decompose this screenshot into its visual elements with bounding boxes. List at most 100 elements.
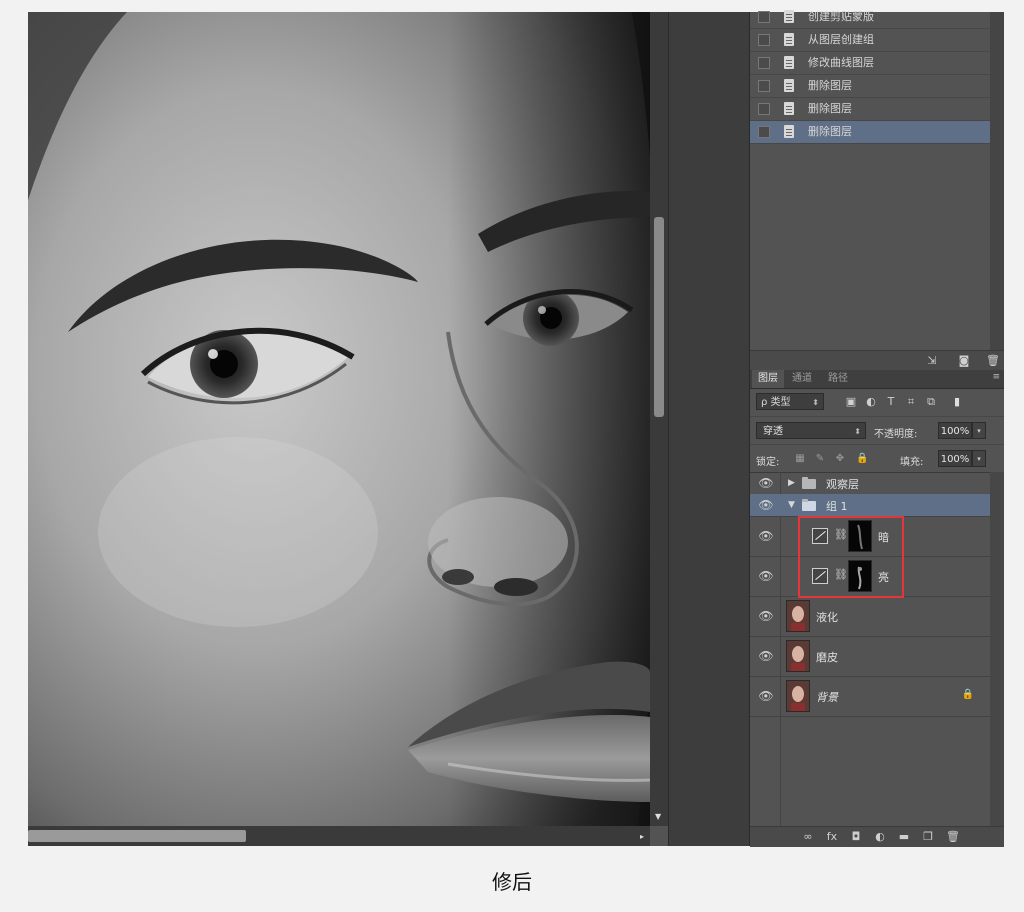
layers-scrollbar[interactable]	[990, 472, 1004, 826]
camera-snapshot-icon[interactable]: ◙	[958, 355, 970, 367]
document-icon	[784, 79, 794, 92]
history-item[interactable]: 创建剪贴蒙版	[750, 6, 990, 29]
dropdown-arrows-icon: ⬍	[812, 398, 819, 407]
pixel-filter-icon[interactable]: ▣	[844, 396, 858, 408]
history-checkbox[interactable]	[758, 57, 770, 69]
eye-visibility-icon[interactable]: 👁	[758, 499, 774, 511]
history-checkbox[interactable]	[758, 34, 770, 46]
layer-row-background[interactable]: 👁 背景 🔒	[750, 676, 990, 717]
filter-kind-label: ρ 类型	[761, 397, 791, 408]
layer-name[interactable]: 背景	[816, 689, 838, 705]
eye-visibility-icon[interactable]: 👁	[758, 530, 774, 542]
scroll-down-arrow-icon[interactable]: ▼	[655, 812, 661, 821]
blend-mode-select[interactable]: 穿透 ⬍	[756, 422, 866, 439]
shape-filter-icon[interactable]: ⌗	[904, 396, 918, 408]
history-checkbox[interactable]	[758, 80, 770, 92]
filter-toggle-icon[interactable]: ▮	[950, 396, 964, 408]
expand-arrow-icon[interactable]: ▶	[788, 478, 795, 488]
smart-object-filter-icon[interactable]: ⧉	[924, 396, 938, 408]
eye-visibility-icon[interactable]: 👁	[758, 650, 774, 662]
lock-transparent-pixels-icon[interactable]: ▦	[794, 453, 806, 465]
scroll-right-arrow-icon[interactable]: ▸	[640, 832, 644, 841]
lock-fill-row: 锁定: ▦ ✎ ✥ 🔒 填充: 100% ▾	[750, 444, 1004, 473]
document-icon	[784, 10, 794, 23]
collapse-arrow-icon[interactable]: ▼	[788, 500, 795, 510]
layer-thumbnail[interactable]	[786, 640, 810, 672]
layer-row-group[interactable]: 👁 ▶ 观察层	[750, 472, 990, 495]
history-checkbox[interactable]	[758, 103, 770, 115]
link-layers-icon[interactable]: ∞	[802, 831, 814, 843]
layer-thumbnail[interactable]	[786, 600, 810, 632]
history-item-label: 从图层创建组	[808, 33, 874, 46]
new-adjustment-layer-icon[interactable]: ◐	[874, 831, 886, 843]
opacity-label: 不透明度:	[874, 429, 918, 440]
lock-position-icon[interactable]: ✥	[834, 453, 846, 465]
horizontal-scroll-thumb[interactable]	[28, 830, 246, 842]
layer-name[interactable]: 液化	[816, 609, 838, 625]
history-checkbox[interactable]	[758, 126, 770, 138]
layers-panel-tabs: 图层 通道 路径 ≡	[750, 370, 1004, 389]
lock-image-pixels-icon[interactable]: ✎	[814, 453, 826, 465]
document-icon	[784, 102, 794, 115]
layer-lock-icon: 🔒	[961, 689, 974, 700]
type-filter-icon[interactable]: T	[884, 396, 898, 408]
layer-thumbnail[interactable]	[786, 680, 810, 712]
history-item-selected[interactable]: 删除图层	[750, 121, 990, 144]
lock-all-icon[interactable]: 🔒	[856, 453, 868, 465]
layer-row-pixel[interactable]: 👁 液化	[750, 596, 990, 637]
history-checkbox[interactable]	[758, 11, 770, 23]
folder-icon	[802, 499, 816, 511]
blend-mode-value: 穿透	[763, 426, 783, 437]
highlight-box	[798, 516, 904, 598]
history-item[interactable]: 删除图层	[750, 98, 990, 121]
opacity-input[interactable]: 100%	[938, 422, 972, 439]
layer-name[interactable]: 观察层	[826, 476, 859, 492]
history-panel: 创建剪贴蒙版 从图层创建组 修改曲线图层 删除图层 删除图层 删除图层	[750, 10, 990, 350]
layers-footer-toolbar: ∞ fx ◘ ◐ ▬ ❐ 🗑	[750, 826, 1004, 847]
adjustment-filter-icon[interactable]: ◐	[864, 396, 878, 408]
fill-input[interactable]: 100%	[938, 450, 972, 467]
tab-paths[interactable]: 路径	[822, 370, 854, 388]
history-item-label: 删除图层	[808, 79, 852, 92]
eye-visibility-icon[interactable]: 👁	[758, 477, 774, 489]
add-mask-icon[interactable]: ◘	[850, 831, 862, 843]
photoshop-window: ▼ ▸ 创建剪贴蒙版 从图层创建组 修改曲线图层 删除图层 删除图层 删除图层 …	[28, 10, 1004, 847]
vertical-scroll-thumb[interactable]	[654, 217, 664, 417]
history-item[interactable]: 删除图层	[750, 75, 990, 98]
portrait-image	[28, 12, 650, 826]
history-item[interactable]: 从图层创建组	[750, 29, 990, 52]
tab-layers[interactable]: 图层	[752, 370, 784, 388]
new-group-icon[interactable]: ▬	[898, 831, 910, 843]
document-icon	[784, 33, 794, 46]
canvas-vertical-scrollbar[interactable]: ▼	[650, 12, 668, 826]
layer-kind-filter[interactable]: ρ 类型 ⬍	[756, 393, 824, 410]
layer-row-pixel[interactable]: 👁 磨皮	[750, 636, 990, 677]
layer-name[interactable]: 组 1	[826, 498, 848, 514]
history-item-label: 创建剪贴蒙版	[808, 10, 874, 23]
layer-name[interactable]: 磨皮	[816, 649, 838, 665]
document-icon	[784, 56, 794, 69]
tab-channels[interactable]: 通道	[786, 370, 818, 388]
eye-visibility-icon[interactable]: 👁	[758, 690, 774, 702]
layer-row-group-selected[interactable]: 👁 ▼ 组 1	[750, 494, 990, 517]
opacity-slider-dropdown-icon[interactable]: ▾	[972, 422, 986, 439]
history-footer-toolbar: ⇲ ◙ 🗑	[750, 350, 1004, 371]
dropdown-arrows-icon: ⬍	[854, 427, 861, 436]
history-item[interactable]: 修改曲线图层	[750, 52, 990, 75]
trash-icon[interactable]: 🗑	[986, 355, 1000, 367]
canvas-horizontal-scrollbar[interactable]: ▸	[28, 826, 650, 846]
history-item-label: 删除图层	[808, 125, 852, 138]
document-icon	[784, 125, 794, 138]
history-scrollbar[interactable]	[990, 12, 1004, 350]
new-layer-icon[interactable]: ❐	[922, 831, 934, 843]
eye-visibility-icon[interactable]: 👁	[758, 570, 774, 582]
panel-menu-icon[interactable]: ≡	[992, 372, 1000, 382]
layer-style-fx-icon[interactable]: fx	[826, 831, 838, 843]
layers-panel: 图层 通道 路径 ≡ ρ 类型 ⬍ ▣ ◐ T ⌗ ⧉ ▮ 穿透 ⬍ 不透明度:…	[750, 370, 1004, 847]
document-canvas[interactable]	[28, 12, 650, 826]
layer-filter-row: ρ 类型 ⬍ ▣ ◐ T ⌗ ⧉ ▮	[750, 388, 1004, 417]
new-document-from-state-icon[interactable]: ⇲	[926, 355, 938, 367]
fill-slider-dropdown-icon[interactable]: ▾	[972, 450, 986, 467]
trash-icon[interactable]: 🗑	[946, 831, 960, 843]
eye-visibility-icon[interactable]: 👁	[758, 610, 774, 622]
